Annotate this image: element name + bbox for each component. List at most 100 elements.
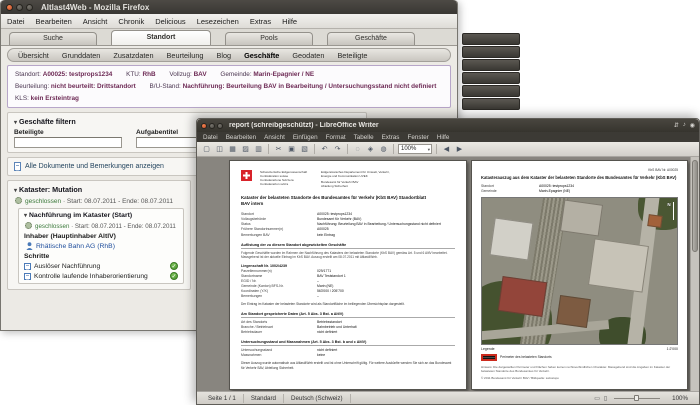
menu-item-hilfe[interactable]: Hilfe	[282, 17, 297, 26]
writer-menu-hilfe[interactable]: Hilfe	[437, 134, 450, 141]
building-roof	[588, 237, 649, 292]
collapse-icon[interactable]: ▾	[14, 188, 17, 194]
cut-icon[interactable]: ✂	[273, 144, 284, 155]
page-indicator[interactable]: Seite 1 / 1	[201, 393, 244, 403]
previous-page-icon[interactable]: ◀	[441, 144, 452, 155]
scrollbar-thumb[interactable]	[692, 160, 698, 252]
step-kontrolle-label[interactable]: Kontrolle laufende Inhaberorientierung	[34, 273, 148, 280]
writer-menu-extras[interactable]: Extras	[382, 134, 400, 141]
new-document-icon[interactable]: ▢	[201, 144, 212, 155]
minimize-window-icon[interactable]	[16, 3, 23, 11]
zoom-percentage[interactable]: 100%	[665, 394, 695, 403]
navigator-icon[interactable]: ◈	[365, 144, 376, 155]
redo-icon[interactable]: ↷	[332, 144, 343, 155]
menu-item-ansicht[interactable]: Ansicht	[83, 17, 108, 26]
subnav-beteiligte[interactable]: Beteiligte	[337, 51, 367, 60]
zoom-slider-knob[interactable]	[634, 395, 640, 401]
subnav-grunddaten[interactable]: Grunddaten	[62, 51, 101, 60]
field-label: Gemeinde	[481, 188, 497, 193]
find-icon[interactable]: ◌	[352, 144, 363, 155]
menu-item-delicious[interactable]: Delicious	[155, 17, 185, 26]
collapse-icon[interactable]: ▾	[14, 120, 17, 126]
standort-label: Standort:	[15, 71, 41, 78]
writer-menu-ansicht[interactable]: Ansicht	[264, 134, 285, 141]
gallery-icon[interactable]: ◍	[378, 144, 389, 155]
copy-icon[interactable]: ▣	[286, 144, 297, 155]
maximize-window-icon[interactable]	[26, 3, 33, 11]
inhaber-link[interactable]: Rhätische Bahn AG (RhB)	[36, 243, 115, 250]
nachfuehrung-title-text: Nachführung im Kataster (Start)	[29, 212, 133, 219]
page-style-indicator[interactable]: Standard	[244, 393, 284, 403]
close-window-icon[interactable]	[6, 3, 13, 11]
open-icon[interactable]: ◫	[214, 144, 225, 155]
vertical-scrollbar[interactable]	[690, 157, 699, 391]
tab-pools[interactable]: Pools	[225, 32, 313, 45]
writer-menu-tabelle[interactable]: Tabelle	[354, 134, 374, 141]
writer-window-title: report (schreibgeschützt) - LibreOffice …	[229, 122, 379, 129]
shaded-window-bar[interactable]	[462, 85, 520, 97]
subnav-zusatzdaten[interactable]: Zusatzdaten	[113, 51, 153, 60]
print-icon[interactable]: ▥	[253, 144, 264, 155]
writer-titlebar[interactable]: report (schreibgeschützt) - LibreOffice …	[197, 119, 699, 132]
shaded-window-bar[interactable]	[462, 59, 520, 71]
menu-item-bearbeiten[interactable]: Bearbeiten	[36, 17, 72, 26]
chevron-down-icon: ▾	[427, 146, 430, 152]
close-window-icon[interactable]	[201, 122, 207, 129]
maximize-window-icon[interactable]	[217, 122, 223, 129]
writer-menu-format[interactable]: Format	[326, 134, 346, 141]
indicator-volume-icon[interactable]: ♪	[683, 122, 686, 129]
export-pdf-icon[interactable]: ▨	[240, 144, 251, 155]
undo-icon[interactable]: ↶	[319, 144, 330, 155]
menu-item-chronik[interactable]: Chronik	[118, 17, 144, 26]
tab-standort[interactable]: Standort	[111, 30, 211, 45]
menu-item-datei[interactable]: Datei	[7, 17, 25, 26]
subnav-geodaten[interactable]: Geodaten	[292, 51, 324, 60]
shaded-window-stack[interactable]	[462, 33, 520, 111]
schritte-label: Schritte	[24, 253, 50, 260]
subnav-uebersicht[interactable]: Übersicht	[18, 51, 49, 60]
subnav-geschaefte[interactable]: Geschäfte	[244, 51, 279, 60]
step-ausloeser-label[interactable]: Auslöser Nachführung	[34, 263, 100, 270]
status-line-1: Standort: A00025: testprops1234 KTU: RhB…	[15, 71, 443, 78]
book-view-icon[interactable]: ▯	[602, 395, 609, 402]
shaded-window-bar[interactable]	[462, 98, 520, 110]
copyright-text: © 2011 Bundesamt für Verkehr BAV / Bildq…	[481, 376, 559, 381]
paste-icon[interactable]: ▧	[299, 144, 310, 155]
language-indicator[interactable]: Deutsch (Schweiz)	[284, 393, 351, 403]
single-page-view-icon[interactable]: ▭	[592, 395, 602, 402]
writer-menu-einfuegen[interactable]: Einfügen	[293, 134, 318, 141]
indicator-power-icon[interactable]: ◉	[690, 122, 695, 129]
shaded-window-bar[interactable]	[462, 33, 520, 45]
writer-menu-bearbeiten[interactable]: Bearbeiten	[226, 134, 256, 141]
collapse-icon[interactable]: ▾	[24, 213, 27, 219]
next-page-icon[interactable]: ▶	[454, 144, 465, 155]
beteiligte-input[interactable]	[14, 137, 122, 148]
writer-menu-datei[interactable]: Datei	[203, 134, 218, 141]
menu-item-lesezeichen[interactable]: Lesezeichen	[197, 17, 239, 26]
subnav-blog[interactable]: Blog	[216, 51, 231, 60]
perimeter-swatch-icon	[481, 353, 497, 361]
bu-stand-label: B/U-Stand:	[149, 83, 181, 90]
map-scale: 1:2'000	[666, 346, 678, 351]
subnav-beurteilung[interactable]: Beurteilung	[167, 51, 204, 60]
shaded-window-bar[interactable]	[462, 72, 520, 84]
menu-item-extras[interactable]: Extras	[250, 17, 271, 26]
tab-suche[interactable]: Suche	[9, 32, 97, 45]
field-value: 563'000 / 205'700	[317, 289, 344, 294]
writer-menu-fenster[interactable]: Fenster	[407, 134, 428, 141]
zoom-slider[interactable]	[614, 395, 661, 401]
kataster-box-title[interactable]: ▾ Kataster: Mutation	[14, 185, 184, 194]
report-footer-text: Dieser Auszug wurde automatisch aus Altl…	[241, 361, 452, 370]
field-value: –	[317, 294, 319, 299]
save-icon[interactable]: ▦	[227, 144, 238, 155]
zoom-combobox[interactable]: 100% ▾	[398, 144, 432, 154]
all-documents-link[interactable]: Alle Dokumente und Bemerkungen anzeigen	[25, 163, 164, 170]
tab-geschaefte[interactable]: Geschäfte	[327, 32, 415, 45]
firefox-titlebar[interactable]: Altlast4Web - Mozilla Firefox	[1, 0, 457, 14]
minimize-window-icon[interactable]	[209, 122, 215, 129]
indicator-network-icon[interactable]: ⇵	[674, 122, 679, 129]
report-fields-3: Art des Standorts Betriebsstandort Branch…	[241, 320, 455, 335]
nachfuehrung-title[interactable]: ▾ Nachführung im Kataster (Start)	[24, 212, 178, 219]
gear-icon	[15, 197, 22, 204]
shaded-window-bar[interactable]	[462, 46, 520, 58]
